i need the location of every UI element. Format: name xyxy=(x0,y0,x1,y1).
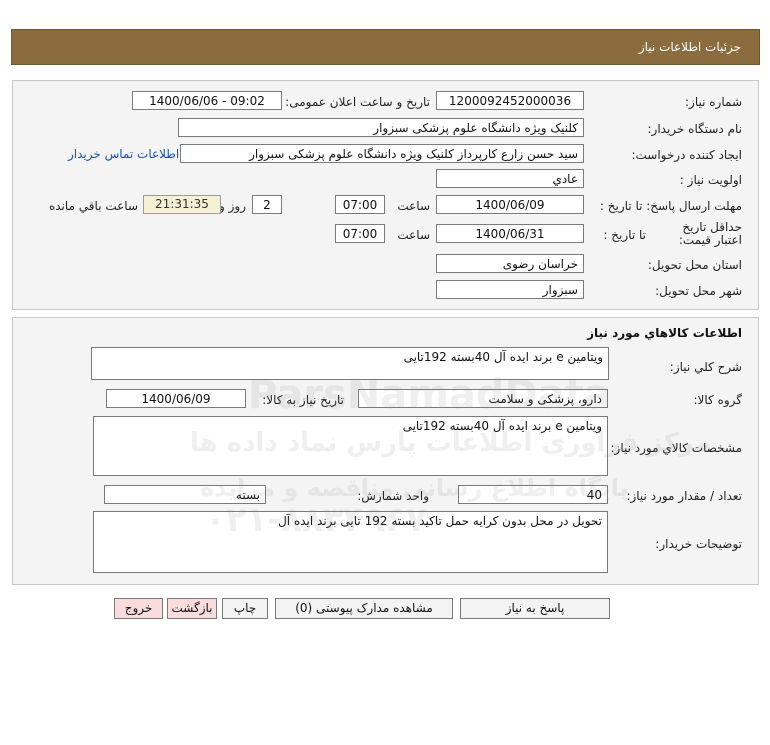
deadline-time-field: 07:00 xyxy=(335,195,385,214)
remaining-time-box: 21:31:35 xyxy=(143,195,221,214)
reply-button[interactable]: پاسخ به نیاز xyxy=(460,598,610,619)
validity-time-field: 07:00 xyxy=(335,224,385,243)
qty-label: تعداد / مقدار مورد نیاز: xyxy=(626,489,742,503)
validity-label: حداقل تاریخ اعتبار قیمت: xyxy=(658,221,742,247)
announce-label: تاریخ و ساعت اعلان عمومی: xyxy=(285,95,430,109)
need-date-label: تاریخ نیاز به کالا: xyxy=(262,393,344,407)
summary-field: ویتامین e برند ایده آل 40بسته 192تایی xyxy=(91,347,609,380)
validity-label-text: حداقل تاریخ اعتبار قیمت: xyxy=(678,220,742,247)
days-field: 2 xyxy=(252,195,282,214)
city-label: شهر محل تحویل: xyxy=(655,284,742,298)
province-label: استان محل تحویل: xyxy=(647,258,742,272)
buyer-org-label: نام دستگاه خریدار: xyxy=(647,122,743,136)
spec-field: ویتامین e برند ایده آل 40بسته 192تایی xyxy=(93,416,608,476)
province-field: خراسان رضوی xyxy=(436,254,584,273)
spec-label: مشخصات کالاي مورد نياز: xyxy=(610,441,742,455)
attachments-button[interactable]: مشاهده مدارک پیوستی (0) xyxy=(275,598,453,619)
back-button[interactable]: بازگشت xyxy=(167,598,217,619)
exit-button[interactable]: خروج xyxy=(114,598,163,619)
unit-label: واحد شمارش: xyxy=(357,489,429,503)
print-button[interactable]: چاپ xyxy=(222,598,268,619)
priority-field: عادي xyxy=(436,169,584,188)
priority-label: اولویت نیاز : xyxy=(679,173,742,187)
notes-field: تحویل در محل بدون کرایه حمل تاکید بسته 1… xyxy=(93,511,608,573)
summary-label: شرح کلي نياز: xyxy=(669,360,742,374)
validity-to-label: تا تاریخ : xyxy=(603,228,646,242)
city-field: سبزوار xyxy=(436,280,584,299)
remaining-label: ساعت باقي مانده xyxy=(48,199,138,213)
page-header: جزئیات اطلاعات نیاز xyxy=(11,29,760,65)
validity-time-label: ساعت xyxy=(397,228,430,242)
requester-label: ایجاد کننده درخواست: xyxy=(631,148,742,162)
group-field: دارو، پزشکی و سلامت xyxy=(358,389,608,408)
need-number-field: 1200092452000036 xyxy=(436,91,584,110)
deadline-label: مهلت ارسال پاسخ: تا تاریخ : xyxy=(599,199,742,213)
need-info-panel xyxy=(12,80,759,310)
unit-field: بسته xyxy=(104,485,266,504)
group-label: گروه کالا: xyxy=(693,393,743,407)
buyer-contact-link[interactable]: اطلاعات تماس خریدار xyxy=(68,147,179,161)
deadline-time-label: ساعت xyxy=(397,199,430,213)
goods-section-title: اطلاعات کالاهاي مورد نياز xyxy=(587,326,742,340)
notes-label: توضيحات خريدار: xyxy=(655,537,742,551)
announce-field: 1400/06/06 - 09:02 xyxy=(132,91,282,110)
days-label: روز و xyxy=(219,199,246,213)
page-title: جزئیات اطلاعات نیاز xyxy=(638,40,741,54)
need-number-label: شماره نیاز: xyxy=(685,95,742,109)
requester-field: سید حسن زارع کارپرداز کلنیک ویژه دانشگاه… xyxy=(180,144,584,163)
deadline-date-field: 1400/06/09 xyxy=(436,195,584,214)
buyer-org-field: کلنیک ویژه دانشگاه علوم پزشکی سبزوار xyxy=(178,118,584,137)
validity-date-field: 1400/06/31 xyxy=(436,224,584,243)
qty-field: 40 xyxy=(458,485,608,504)
need-date-field: 1400/06/09 xyxy=(106,389,246,408)
